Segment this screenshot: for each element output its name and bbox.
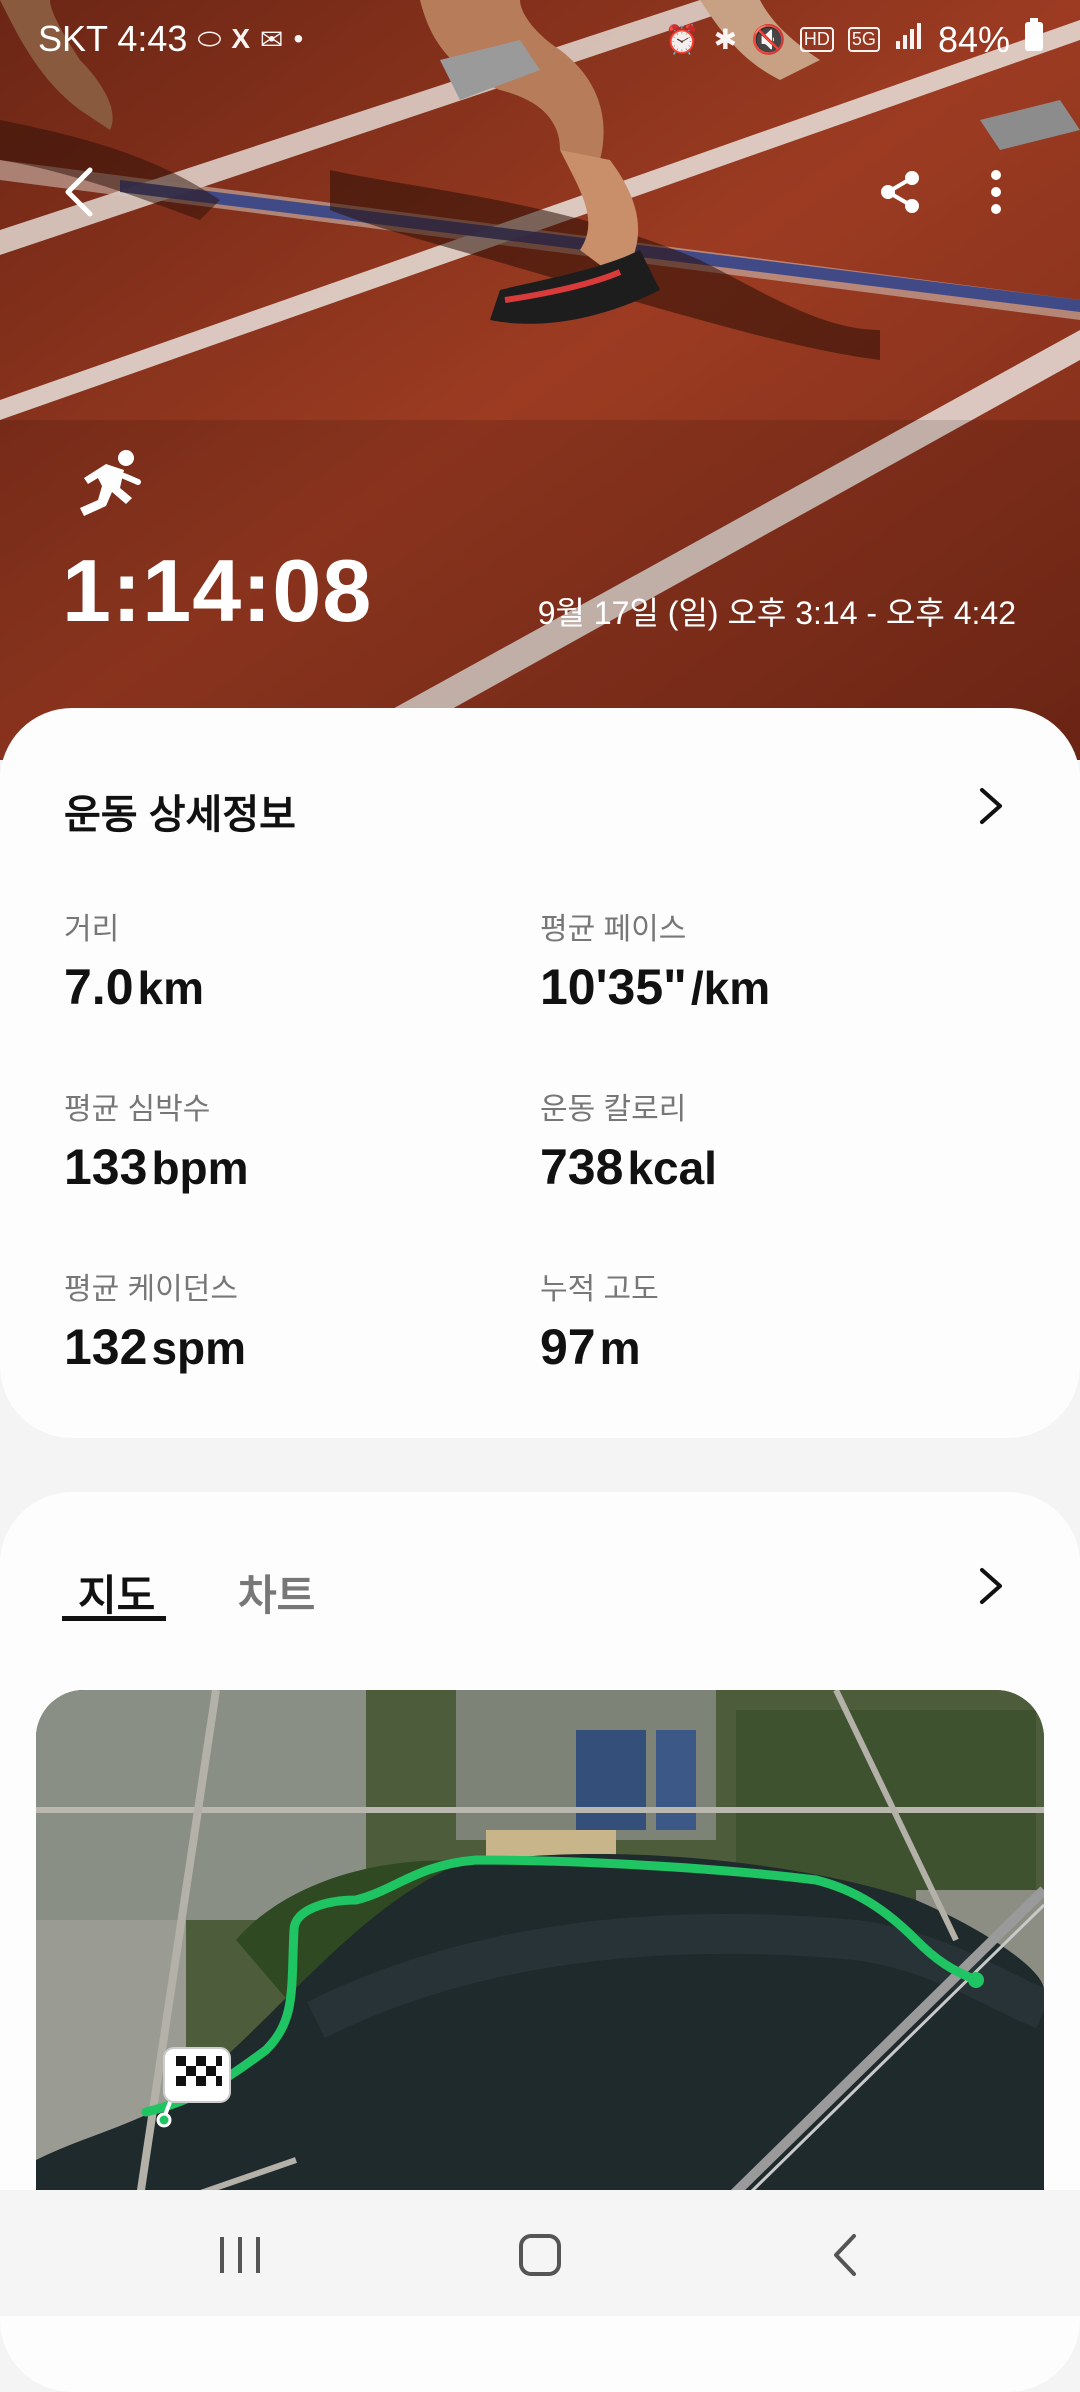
- stat-value: 7.0: [64, 959, 134, 1015]
- dot-icon: •: [293, 23, 304, 54]
- alarm-icon: ⏰: [664, 24, 700, 55]
- back-button[interactable]: [40, 152, 120, 232]
- mail-icon: ✉: [260, 23, 284, 55]
- hd-voice-icon: HD: [799, 27, 834, 52]
- stat-unit: bpm: [151, 1142, 249, 1194]
- home-button[interactable]: [500, 2220, 580, 2290]
- stat-label: 누적 고도: [540, 1273, 659, 1306]
- battery-percent: 84%: [937, 18, 1010, 60]
- more-vertical-icon: [991, 170, 1001, 214]
- details-chevron-right-icon[interactable]: [970, 786, 1010, 826]
- stat-value: 10'35": [540, 959, 687, 1015]
- stat-label: 평균 케이던스: [64, 1273, 238, 1306]
- running-icon: [80, 450, 141, 516]
- x-logo-icon: X: [231, 23, 251, 54]
- mute-icon: 🔇: [751, 24, 786, 55]
- tab-chart[interactable]: 차트: [238, 1562, 315, 1623]
- stat-avg-pace: 평균 페이스 10'35"/km: [540, 904, 770, 1016]
- map-chevron-right-icon[interactable]: [970, 1566, 1010, 1606]
- workout-details-card: 운동 상세정보 거리 7.0km 평균 페이스 10'35"/km 평균 심박수…: [0, 708, 1080, 1438]
- stat-value: 132: [64, 1319, 148, 1375]
- stat-value: 738: [540, 1139, 624, 1195]
- stat-unit: kcal: [627, 1142, 717, 1194]
- details-title: 운동 상세정보: [64, 793, 296, 837]
- share-button[interactable]: [860, 152, 940, 232]
- hero-banner: SKT 4:43 ⬭ X ✉ • ⏰ ✱ 🔇 HD 5G 84% 1:14:08…: [0, 0, 1080, 760]
- stat-distance: 거리 7.0km: [64, 904, 204, 1016]
- tab-map[interactable]: 지도: [78, 1562, 155, 1623]
- nav-back-icon: [834, 2234, 856, 2276]
- stat-unit: spm: [151, 1322, 247, 1374]
- bluetooth-icon: ✱: [713, 24, 738, 55]
- status-bar: SKT 4:43 ⬭ X ✉ • ⏰ ✱ 🔇 HD 5G 84%: [0, 0, 1080, 80]
- running-track-image: [0, 0, 1080, 760]
- workout-date-range: 9월 17일 (일) 오후 3:14 - 오후 4:42: [537, 595, 1016, 631]
- signal-icon: [894, 21, 924, 58]
- stat-avg-cadence: 평균 케이던스 132spm: [64, 1264, 246, 1376]
- recent-apps-button[interactable]: [200, 2220, 280, 2290]
- share-icon: [881, 171, 919, 213]
- active-tab-indicator: [62, 1616, 166, 1621]
- stat-value: 133: [64, 1139, 148, 1195]
- carrier-time: SKT 4:43: [38, 18, 188, 59]
- stat-unit: m: [599, 1322, 641, 1374]
- more-options-button[interactable]: [956, 152, 1036, 232]
- stat-value: 97: [540, 1319, 596, 1375]
- 5g-icon: 5G: [847, 27, 880, 52]
- stat-unit: km: [137, 962, 204, 1014]
- stat-label: 거리: [64, 913, 120, 946]
- nav-back-button[interactable]: [805, 2220, 885, 2290]
- stat-unit: /km: [690, 962, 771, 1014]
- stat-elevation-gain: 누적 고도 97m: [540, 1264, 659, 1376]
- battery-icon: [1024, 18, 1044, 61]
- home-icon: [519, 2234, 561, 2276]
- stat-label: 운동 칼로리: [540, 1093, 687, 1126]
- pill-icon: ⬭: [197, 22, 222, 54]
- stat-avg-heart-rate: 평균 심박수 133bpm: [64, 1084, 249, 1196]
- chevron-left-icon: [65, 167, 93, 217]
- stat-label: 평균 페이스: [540, 913, 687, 946]
- system-navigation-bar: [0, 2190, 1080, 2316]
- stat-calories: 운동 칼로리 738kcal: [540, 1084, 717, 1196]
- stat-label: 평균 심박수: [64, 1093, 211, 1126]
- recent-apps-icon: [220, 2237, 260, 2273]
- workout-duration: 1:14:08: [62, 541, 373, 640]
